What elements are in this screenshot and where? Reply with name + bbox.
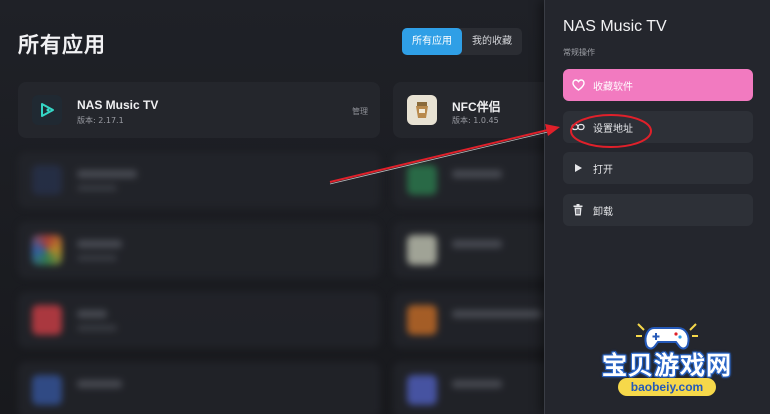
- app-icon: [407, 235, 437, 265]
- app-card-blurred[interactable]: [18, 362, 380, 414]
- set-address-button[interactable]: 设置地址: [563, 111, 753, 143]
- placeholder-text: [452, 310, 542, 318]
- placeholder-text: [77, 185, 117, 191]
- open-app-label: 打开: [593, 164, 613, 176]
- link-icon: [563, 122, 593, 132]
- play-icon: [563, 163, 593, 173]
- placeholder-text: [77, 325, 117, 331]
- placeholder-text: [77, 380, 122, 388]
- placeholder-text: [452, 380, 502, 388]
- tab-all-apps[interactable]: 所有应用: [402, 28, 462, 55]
- app-icon: [32, 165, 62, 195]
- favorite-app-button[interactable]: 收藏软件: [563, 69, 753, 101]
- app-icon: [407, 165, 437, 195]
- app-version: 版本: 2.17.1: [77, 116, 124, 125]
- app-icon: [32, 375, 62, 405]
- uninstall-label: 卸载: [593, 206, 613, 218]
- app-card-nas-music-tv[interactable]: NAS Music TV 版本: 2.17.1 管理: [18, 82, 380, 138]
- tab-favorites[interactable]: 我的收藏: [462, 28, 522, 55]
- watermark-url: baobeiy.com: [618, 378, 716, 396]
- uninstall-button[interactable]: 卸载: [563, 194, 753, 226]
- app-icon: [32, 235, 62, 265]
- app-icon: [407, 375, 437, 405]
- placeholder-text: [77, 170, 137, 178]
- app-name: NAS Music TV: [77, 98, 159, 112]
- watermark-text: 宝贝游戏网: [601, 351, 732, 380]
- app-card-blurred[interactable]: [18, 222, 380, 278]
- app-version: 版本: 1.0.45: [452, 116, 499, 125]
- placeholder-text: [77, 255, 117, 261]
- panel-title: NAS Music TV: [563, 18, 667, 35]
- open-app-button[interactable]: 打开: [563, 152, 753, 184]
- page-title: 所有应用: [18, 33, 106, 57]
- app-name: NFC伴侣: [452, 100, 501, 114]
- app-icon: [32, 305, 62, 335]
- site-watermark: 宝贝游戏网 baobeiy.com: [592, 318, 742, 410]
- app-card-blurred[interactable]: [18, 152, 380, 208]
- app-icon: [407, 305, 437, 335]
- placeholder-text: [77, 310, 107, 318]
- app-card-blurred[interactable]: [18, 292, 380, 348]
- panel-subtitle: 常规操作: [563, 48, 595, 57]
- nas-music-tv-icon: [32, 95, 62, 125]
- tab-bar: 所有应用 我的收藏: [402, 28, 522, 55]
- placeholder-text: [452, 240, 502, 248]
- nfc-companion-icon: [407, 95, 437, 125]
- set-address-label: 设置地址: [593, 123, 633, 135]
- placeholder-text: [77, 240, 122, 248]
- favorite-app-label: 收藏软件: [593, 81, 633, 93]
- manage-link[interactable]: 管理: [352, 106, 368, 117]
- heart-icon: [563, 79, 593, 91]
- trash-icon: [563, 204, 593, 216]
- placeholder-text: [452, 170, 502, 178]
